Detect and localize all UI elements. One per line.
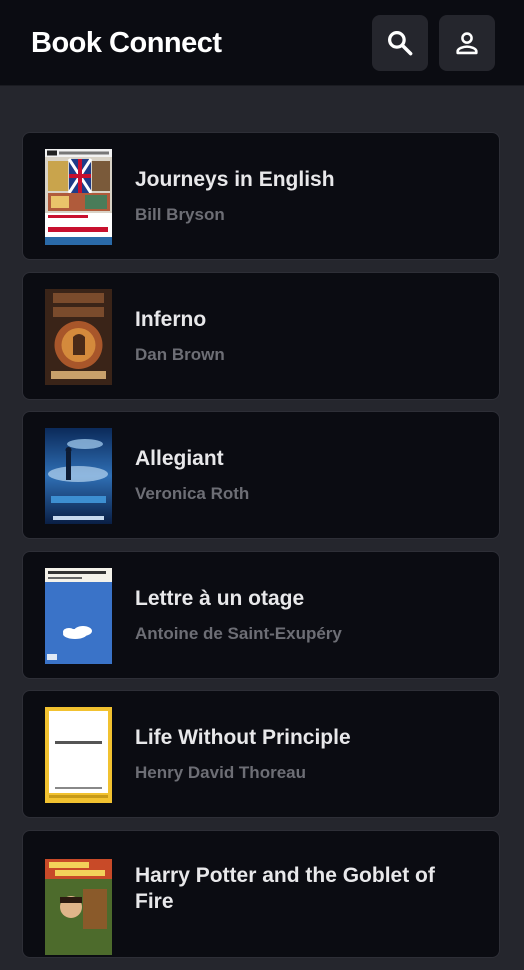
book-author: Henry David Thoreau <box>135 763 306 783</box>
book-card[interactable]: Journeys in English Bill Bryson <box>22 132 500 260</box>
search-icon <box>387 30 413 56</box>
book-list: Journeys in English Bill Bryson Inferno … <box>22 132 500 970</box>
book-title: Lettre à un otage <box>135 586 305 610</box>
account-icon <box>456 32 478 55</box>
book-card[interactable]: Life Without Principle Henry David Thore… <box>22 690 500 819</box>
account-button[interactable] <box>439 15 495 71</box>
book-cover-image <box>45 858 112 955</box>
book-card[interactable]: Lettre à un otage Antoine de Saint-Exupé… <box>22 550 500 679</box>
book-author: Veronica Roth <box>135 484 250 504</box>
book-title: Life Without Principle <box>135 726 351 750</box>
book-card[interactable]: Inferno Dan Brown <box>22 271 500 400</box>
book-author: Antoine de Saint-Exupéry <box>135 623 342 643</box>
book-title: Inferno <box>135 307 207 331</box>
search-button[interactable] <box>372 15 428 71</box>
book-cover-image <box>45 149 112 245</box>
app-title: Book Connect <box>31 27 222 59</box>
book-cover-image <box>45 288 112 385</box>
book-title: Journeys in English <box>135 168 335 191</box>
book-card[interactable]: Allegiant Veronica Roth <box>22 411 500 540</box>
app-header: Book Connect <box>0 0 524 86</box>
book-cover-image <box>45 567 112 664</box>
book-author: Dan Brown <box>135 344 225 364</box>
book-card[interactable]: Harry Potter and the Goblet of Fire <box>22 829 500 958</box>
book-title: Allegiant <box>135 447 224 471</box>
book-author: Bill Bryson <box>135 205 225 224</box>
book-cover-image <box>45 707 112 804</box>
book-title: Harry Potter and the Goblet of Fire <box>135 863 435 913</box>
book-cover-image <box>45 428 112 525</box>
